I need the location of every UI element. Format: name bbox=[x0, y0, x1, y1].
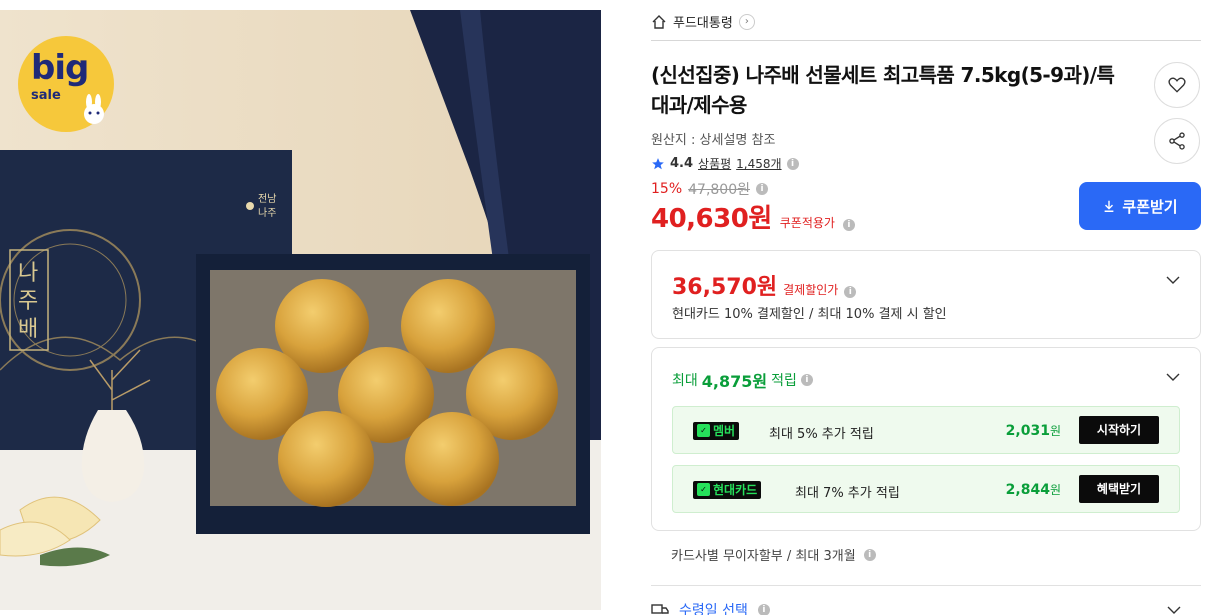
chevron-down-icon[interactable] bbox=[1166, 370, 1180, 384]
share-button[interactable] bbox=[1154, 118, 1200, 164]
chevron-down-icon[interactable] bbox=[1166, 273, 1180, 287]
wishlist-button[interactable] bbox=[1154, 62, 1200, 108]
member-start-button[interactable]: 시작하기 bbox=[1079, 416, 1159, 444]
info-icon[interactable]: i bbox=[800, 374, 813, 386]
member-reward-unit: 원 bbox=[1049, 424, 1061, 438]
price-note: 쿠폰적용가 bbox=[779, 216, 835, 230]
member-reward-value: 2,031 bbox=[1005, 423, 1050, 439]
rewards-box[interactable]: 최대 4,875원 적립 i ✓ 멤버 최대 5% 추가 적립 2,031원 시… bbox=[651, 347, 1201, 531]
reward-amount: 4,875원 bbox=[701, 372, 768, 391]
sale-price: 40,630원 bbox=[651, 204, 772, 234]
home-icon bbox=[652, 14, 666, 29]
info-icon[interactable]: i bbox=[863, 548, 876, 561]
share-icon bbox=[1169, 132, 1185, 150]
info-icon[interactable]: i bbox=[786, 157, 799, 170]
box-brand-char: 배 bbox=[18, 317, 38, 342]
reward-item-member: ✓ 멤버 최대 5% 추가 적립 2,031원 시작하기 bbox=[672, 406, 1180, 454]
reward-mark-icon: ✓ bbox=[697, 424, 710, 437]
star-icon bbox=[652, 157, 664, 169]
box-brand-char: 주 bbox=[18, 289, 38, 314]
installment-text: 카드사별 무이자할부 / 최대 3개월 bbox=[671, 549, 856, 564]
chevron-right-icon: › bbox=[738, 13, 755, 30]
hyundai-card-reward-value: 2,844 bbox=[1005, 482, 1050, 498]
divider bbox=[651, 40, 1201, 41]
payment-discount-box[interactable]: 36,570원 결제할인가 i 현대카드 10% 결제할인 / 최대 10% 결… bbox=[651, 250, 1201, 339]
payment-discount-desc: 현대카드 10% 결제할인 / 최대 10% 결제 시 할인 bbox=[672, 307, 947, 322]
rating-score: 4.4 bbox=[670, 156, 694, 171]
reward-mark-icon: ✓ bbox=[697, 483, 710, 496]
info-icon[interactable]: i bbox=[756, 183, 768, 195]
bunny-icon bbox=[84, 94, 104, 124]
box-brand-char: 나 bbox=[18, 261, 38, 286]
hyundai-card-reward-amount: 2,844원 bbox=[1006, 481, 1061, 498]
divider bbox=[651, 585, 1201, 586]
badge-sale-text: sale bbox=[31, 88, 61, 103]
discount-row: 15% 47,800원 i bbox=[651, 179, 768, 199]
reward-summary: 최대 4,875원 적립 i bbox=[672, 368, 813, 392]
hyundai-card-reward-text: 최대 7% 추가 적립 bbox=[795, 486, 900, 501]
member-reward-text: 최대 5% 추가 적립 bbox=[769, 427, 874, 442]
payment-price-label: 결제할인가 bbox=[783, 283, 839, 297]
coupon-label: 쿠폰받기 bbox=[1122, 197, 1178, 216]
store-name: 푸드대통령 bbox=[673, 16, 733, 31]
big-sale-badge: big sale bbox=[18, 36, 114, 132]
chevron-down-icon[interactable] bbox=[1167, 603, 1181, 615]
box-origin-label: 나주 bbox=[258, 207, 276, 219]
box-origin-label: 전남 bbox=[258, 193, 276, 205]
payment-price: 36,570원 bbox=[672, 275, 778, 300]
info-icon[interactable]: i bbox=[842, 219, 855, 231]
rating-row[interactable]: 4.4 상품평 1,458개 i bbox=[651, 155, 799, 172]
product-image[interactable]: 전남 나주 나 주 배 big sale bbox=[0, 10, 601, 610]
download-icon bbox=[1105, 200, 1114, 212]
hyundai-card-tag-label: 현대카드 bbox=[713, 483, 758, 497]
reward-suffix: 적립 bbox=[771, 373, 797, 389]
product-title: (신선집중) 나주배 선물세트 최고특품 7.5kg(5-9과)/특대과/제수용 bbox=[651, 63, 1115, 117]
original-price: 47,800원 bbox=[688, 182, 750, 198]
member-tag-label: 멤버 bbox=[713, 424, 736, 438]
reviews-count[interactable]: 1,458개 bbox=[736, 155, 781, 172]
product-detail-page: 전남 나주 나 주 배 big sale 푸드대통령 › (신선집중) 나주배 선물세트… bbox=[0, 0, 1217, 615]
installment-info: 카드사별 무이자할부 / 최대 3개월 i bbox=[671, 545, 876, 564]
heart-icon bbox=[1168, 77, 1186, 93]
member-tag: ✓ 멤버 bbox=[693, 422, 740, 440]
hyundai-card-reward-unit: 원 bbox=[1049, 483, 1061, 497]
hyundai-card-tag: ✓ 현대카드 bbox=[693, 481, 762, 499]
info-icon[interactable]: i bbox=[844, 286, 857, 298]
reviews-label[interactable]: 상품평 bbox=[698, 155, 731, 172]
reward-prefix: 최대 bbox=[672, 373, 698, 389]
price-row: 40,630원 쿠폰적용가 i bbox=[651, 198, 855, 235]
delivery-date-select[interactable]: 수령일 선택 i bbox=[651, 600, 770, 615]
badge-big-text: big bbox=[31, 48, 89, 88]
payment-price-row: 36,570원 결제할인가 i bbox=[672, 269, 857, 301]
discount-rate: 15% bbox=[651, 181, 683, 197]
origin-info: 원산지 : 상세설명 참조 bbox=[651, 133, 776, 148]
info-icon[interactable]: i bbox=[757, 604, 770, 615]
reward-item-hyundai-card: ✓ 현대카드 최대 7% 추가 적립 2,844원 혜택받기 bbox=[672, 465, 1180, 513]
coupon-download-button[interactable]: 쿠폰받기 bbox=[1079, 182, 1201, 230]
member-reward-amount: 2,031원 bbox=[1006, 422, 1061, 439]
delivery-label: 수령일 선택 bbox=[679, 603, 748, 615]
hyundai-card-benefit-button[interactable]: 혜택받기 bbox=[1079, 475, 1159, 503]
truck-icon bbox=[651, 604, 669, 614]
product-info-panel: 푸드대통령 › (신선집중) 나주배 선물세트 최고특품 7.5kg(5-9과)… bbox=[651, 0, 1201, 615]
store-link[interactable]: 푸드대통령 › bbox=[651, 12, 755, 31]
